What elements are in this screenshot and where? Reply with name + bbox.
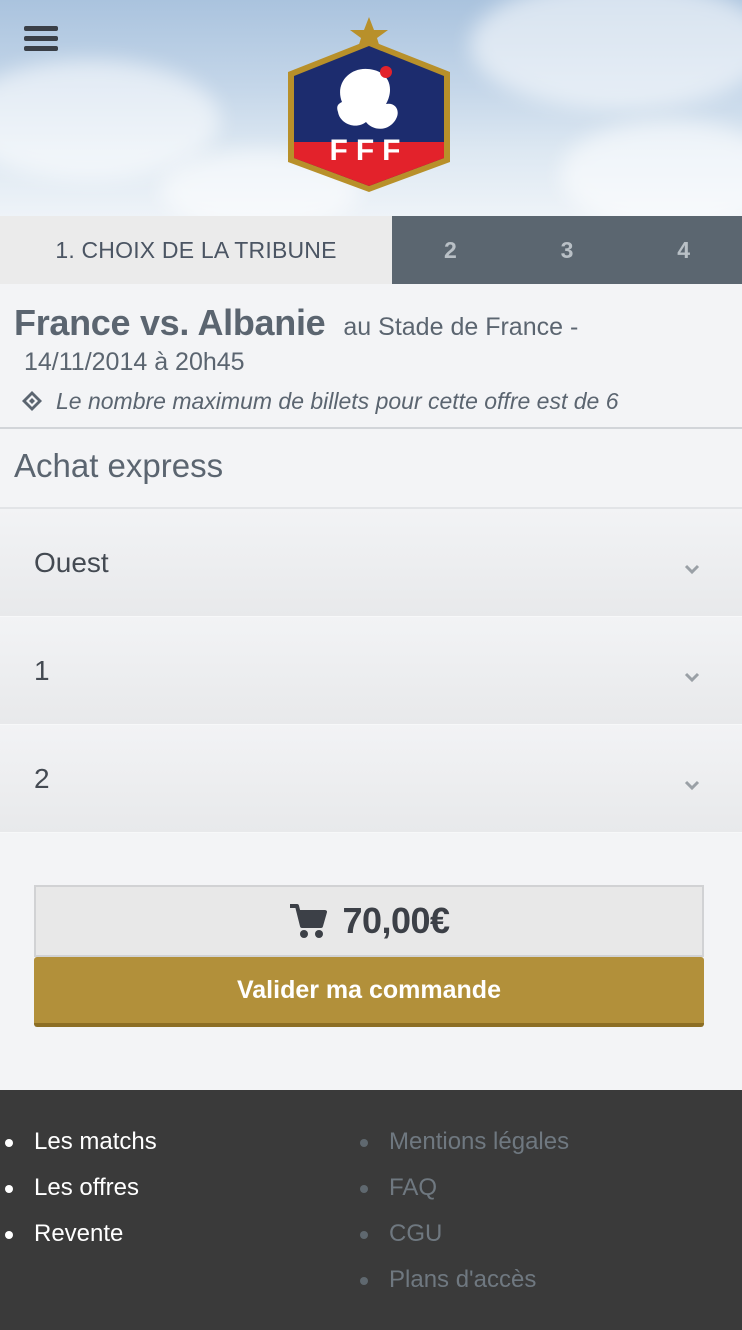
cloud xyxy=(560,120,742,216)
hamburger-menu-icon[interactable] xyxy=(24,26,58,52)
chevron-down-icon xyxy=(684,564,700,575)
footer-link-cgu[interactable]: CGU xyxy=(355,1220,742,1266)
tribune-select-value: Ouest xyxy=(34,546,109,578)
quantity-select-value: 2 xyxy=(34,762,50,794)
logo-text: FFF xyxy=(330,134,409,167)
footer-link-revente[interactable]: Revente xyxy=(0,1220,355,1266)
step-2[interactable]: 2 xyxy=(392,216,509,284)
chevron-down-icon xyxy=(684,672,700,683)
footer-link-plans[interactable]: Plans d'accès xyxy=(355,1266,742,1312)
footer-link-offres[interactable]: Les offres xyxy=(0,1174,355,1220)
step-3[interactable]: 3 xyxy=(509,216,626,284)
header: FFF xyxy=(0,0,742,216)
footer-link-faq[interactable]: FAQ xyxy=(355,1174,742,1220)
footer-secondary-links: Mentions légales FAQ CGU Plans d'accès xyxy=(355,1128,742,1330)
cloud xyxy=(470,0,742,110)
validate-order-button[interactable]: Valider ma commande xyxy=(34,957,704,1027)
chevron-down-icon xyxy=(684,780,700,791)
step-progress: 1. CHOIX DE LA TRIBUNE 2 3 4 xyxy=(0,216,742,284)
match-title: France vs. Albanie xyxy=(14,302,326,343)
category-select[interactable]: 1 xyxy=(0,617,742,725)
express-title: Achat express xyxy=(0,429,742,509)
cart-icon xyxy=(290,904,328,938)
step-4[interactable]: 4 xyxy=(625,216,742,284)
footer-link-matchs[interactable]: Les matchs xyxy=(0,1128,355,1174)
category-select-value: 1 xyxy=(34,654,50,686)
order-section: 70,00€ Valider ma commande xyxy=(0,833,742,1090)
match-datetime: 14/11/2014 à 20h45 xyxy=(24,348,245,376)
match-venue: au Stade de France - xyxy=(343,313,579,341)
footer-primary-links: Les matchs Les offres Revente xyxy=(0,1128,355,1330)
quantity-select[interactable]: 2 xyxy=(0,725,742,833)
max-tickets-note: Le nombre maximum de billets pour cette … xyxy=(14,387,728,415)
footer-link-mentions[interactable]: Mentions légales xyxy=(355,1128,742,1174)
order-total: 70,00€ xyxy=(342,900,450,941)
step-1-active: 1. CHOIX DE LA TRIBUNE xyxy=(0,216,392,284)
footer: Les matchs Les offres Revente Mentions l… xyxy=(0,1090,742,1330)
fff-logo[interactable]: FFF xyxy=(282,12,456,196)
order-total-box: 70,00€ xyxy=(34,885,704,957)
max-tickets-text: Le nombre maximum de billets pour cette … xyxy=(56,387,619,414)
tribune-select[interactable]: Ouest xyxy=(0,509,742,617)
ticket-icon xyxy=(22,391,42,411)
match-info: France vs. Albanie au Stade de France - … xyxy=(0,284,742,429)
